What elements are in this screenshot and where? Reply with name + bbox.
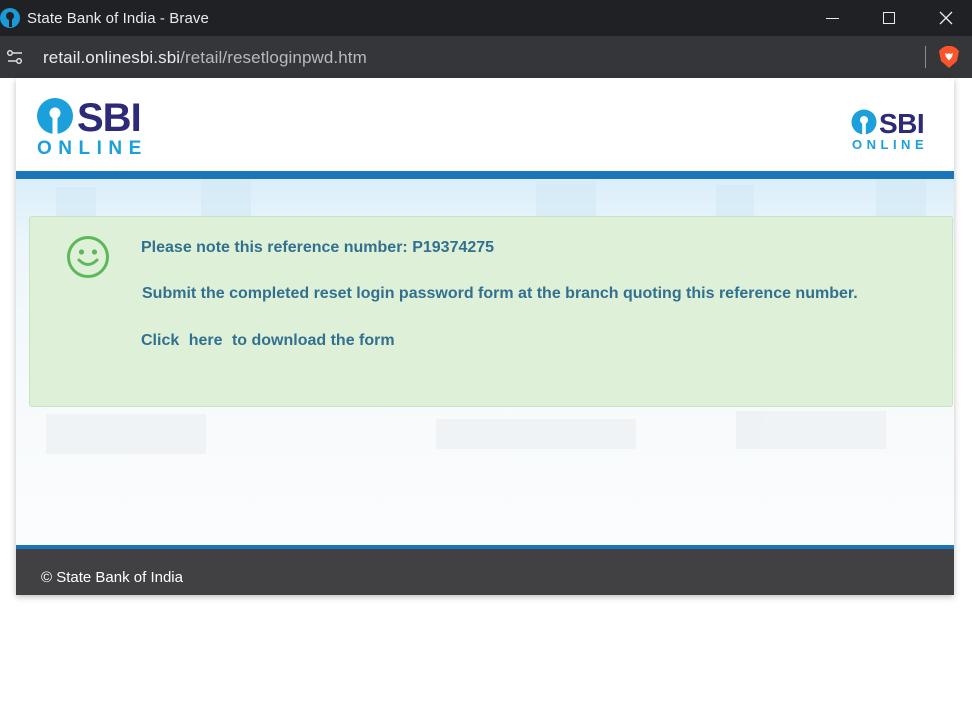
sbi-online-logo-right: SBI ONLINE <box>851 108 928 150</box>
browser-title-bar: State Bank of India - Brave <box>0 0 972 36</box>
smiley-icon <box>67 236 109 278</box>
url-field[interactable]: retail.onlinesbi.sbi/retail/resetloginpw… <box>43 48 367 68</box>
close-icon <box>939 11 953 25</box>
window-title: State Bank of India - Brave <box>27 10 209 27</box>
maximize-button[interactable] <box>860 0 918 36</box>
download-form-link[interactable]: here <box>189 332 223 349</box>
reference-number-text: Please note this reference number: P1937… <box>141 239 495 256</box>
copyright-text: © State Bank of India <box>41 569 183 586</box>
click-label: Click <box>141 332 180 349</box>
content-area: Please note this reference number: P1937… <box>16 179 954 545</box>
toolbar-divider <box>925 46 926 68</box>
sbi-favicon-icon <box>0 8 20 28</box>
success-notice: Please note this reference number: P1937… <box>29 216 953 407</box>
header-blue-strip <box>16 171 954 179</box>
page-header: SBI ONLINE SBI ONLINE <box>16 78 954 171</box>
logo-sbi-text-right: SBI <box>879 108 924 139</box>
logo-online-text-right: ONLINE <box>852 137 928 150</box>
download-suffix-text: to download the form <box>231 332 395 349</box>
site-info-icon[interactable] <box>6 49 24 65</box>
instruction-text: Submit the completed reset login passwor… <box>142 285 858 302</box>
brave-shields-icon[interactable] <box>938 45 960 69</box>
page-footer: © State Bank of India <box>16 549 954 595</box>
close-button[interactable] <box>917 0 972 36</box>
address-bar: retail.onlinesbi.sbi/retail/resetloginpw… <box>0 36 972 78</box>
minimize-icon <box>825 17 839 19</box>
url-path: /retail/resetloginpwd.htm <box>180 48 367 67</box>
logo-online-text: ONLINE <box>37 138 148 156</box>
page-container: SBI ONLINE SBI ONLINE Please note this r… <box>16 78 954 595</box>
logo-sbi-text: SBI <box>77 96 141 140</box>
maximize-icon <box>883 12 895 24</box>
download-line: Click here to download the form <box>141 332 395 350</box>
url-host: retail.onlinesbi.sbi <box>43 48 181 67</box>
minimize-button[interactable] <box>803 0 861 36</box>
sbi-online-logo[interactable]: SBI ONLINE <box>36 96 148 156</box>
